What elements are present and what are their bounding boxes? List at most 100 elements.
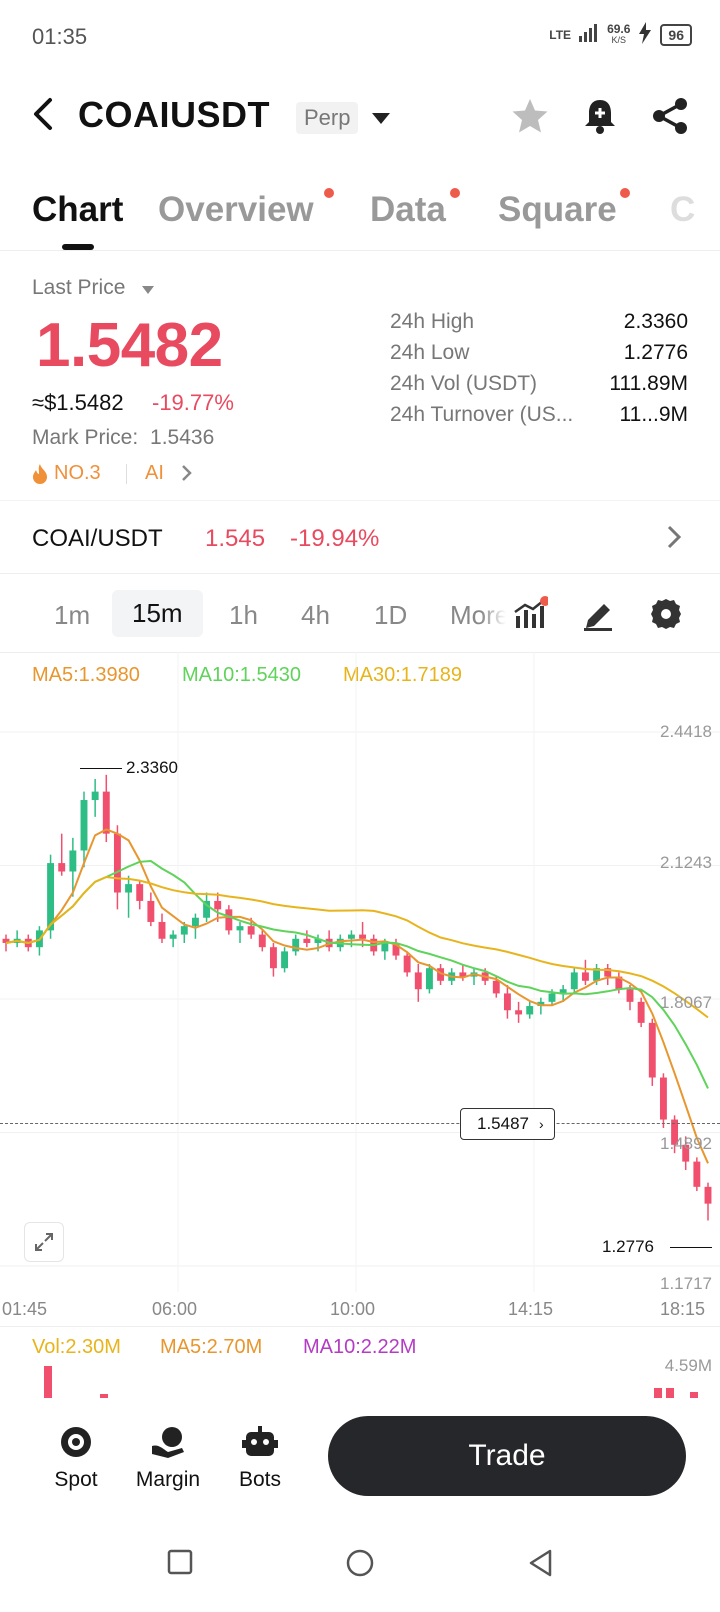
nav-spot[interactable]: Spot xyxy=(36,1420,116,1492)
nav-margin-label: Margin xyxy=(135,1468,201,1491)
back-nav-button[interactable] xyxy=(526,1548,556,1583)
tab-square[interactable]: Square xyxy=(498,190,617,230)
spot-pair-label: COAI/USDT xyxy=(32,525,163,552)
symbol-title[interactable]: COAIUSDT xyxy=(78,94,270,136)
spot-icon xyxy=(61,1427,91,1457)
nav-bots-label: Bots xyxy=(238,1468,282,1491)
tab-overview[interactable]: Overview xyxy=(158,190,314,230)
contract-type-badge[interactable]: Perp xyxy=(296,102,359,134)
interval-1m[interactable]: 1m xyxy=(54,600,90,631)
chevron-right-icon: › xyxy=(539,1116,544,1132)
time-axis-label: 01:45 xyxy=(2,1299,48,1319)
price-axis-label: 1.8067 xyxy=(660,993,712,1012)
high-marker-line xyxy=(80,768,122,769)
price-axis-label: 2.1243 xyxy=(660,853,712,872)
recent-apps-button[interactable] xyxy=(166,1548,194,1581)
candle xyxy=(515,1001,523,1023)
candle xyxy=(581,959,589,986)
status-bar-right: LTE 69.6 K/S 96 xyxy=(549,22,692,47)
candle xyxy=(102,774,110,843)
volume-ma5: MA5:2.70M xyxy=(160,1336,263,1358)
tab-data-dot xyxy=(450,188,460,198)
nav-bots[interactable]: Bots xyxy=(220,1420,300,1492)
stat-24h-vol-value: 111.89M xyxy=(609,372,688,395)
volume-ma10: MA10:2.22M xyxy=(303,1336,417,1358)
ma5-line xyxy=(5,828,709,1164)
favorite-star-icon[interactable] xyxy=(510,96,550,136)
trade-button[interactable]: Trade xyxy=(328,1416,686,1496)
net-speed-value: 69.6 xyxy=(607,21,631,36)
fire-icon xyxy=(33,463,47,484)
stat-24h-low-value: 1.2776 xyxy=(623,341,688,364)
tab-overflow-partial[interactable]: C xyxy=(670,190,695,230)
interval-4h[interactable]: 4h xyxy=(301,600,330,631)
candlestick-chart[interactable] xyxy=(0,652,720,1292)
rank-badge[interactable]: NO.3 xyxy=(32,462,101,485)
tab-chart[interactable]: Chart xyxy=(32,190,123,230)
margin-icon xyxy=(152,1427,184,1458)
current-price-line xyxy=(0,1123,720,1124)
home-button[interactable] xyxy=(345,1548,375,1583)
ma10-line xyxy=(5,859,709,1089)
high-marker-label: 2.3360 xyxy=(126,758,178,777)
back-button[interactable] xyxy=(30,96,58,137)
signal-icon xyxy=(579,24,599,45)
interval-1h[interactable]: 1h xyxy=(229,600,258,631)
tab-data[interactable]: Data xyxy=(370,190,446,230)
settings-gear-icon[interactable] xyxy=(648,596,684,632)
interval-1d[interactable]: 1D xyxy=(374,600,407,631)
time-axis-label: 10:00 xyxy=(330,1299,376,1319)
interval-15m[interactable]: 15m xyxy=(112,590,203,637)
usd-price: ≈$1.5482 xyxy=(32,390,124,415)
rank-separator xyxy=(126,464,127,484)
interval-more[interactable]: More xyxy=(450,600,506,631)
draw-pencil-icon[interactable] xyxy=(580,596,616,632)
ai-link[interactable]: AI xyxy=(145,462,164,485)
current-price-marker[interactable]: 1.5487 › xyxy=(460,1108,555,1140)
last-price-dropdown-icon[interactable] xyxy=(142,286,154,294)
stat-24h-high-value: 2.3360 xyxy=(623,310,688,333)
candle xyxy=(637,997,645,1028)
candle xyxy=(414,963,422,1002)
candle xyxy=(604,963,612,986)
contract-dropdown-icon[interactable] xyxy=(372,113,390,124)
candle xyxy=(269,942,277,977)
stat-24h-vol-label: 24h Vol (USDT) xyxy=(390,372,538,395)
status-time: 01:35 xyxy=(32,24,88,49)
fullscreen-expand-icon[interactable] xyxy=(24,1222,64,1262)
net-speed: 69.6 K/S xyxy=(607,21,631,46)
last-price-value: 1.5482 xyxy=(36,311,223,380)
time-axis-label: 14:15 xyxy=(508,1299,554,1319)
price-alert-bell-icon[interactable] xyxy=(580,96,620,136)
price-divider xyxy=(0,500,720,501)
network-label: LTE xyxy=(549,27,572,42)
volume-value: Vol:2.30M xyxy=(32,1336,121,1358)
candle xyxy=(13,930,21,948)
candle xyxy=(359,921,367,948)
current-price-value: 1.5487 xyxy=(477,1114,529,1133)
candle xyxy=(303,930,311,948)
last-price-label[interactable]: Last Price xyxy=(32,276,125,300)
ai-chevron-icon[interactable] xyxy=(180,462,194,490)
tab-square-dot xyxy=(620,188,630,198)
candle xyxy=(225,905,233,935)
candle xyxy=(659,1073,667,1128)
candle xyxy=(91,779,99,817)
candle xyxy=(125,875,133,918)
candle xyxy=(158,913,166,943)
chevron-right-icon[interactable] xyxy=(664,522,684,557)
candle xyxy=(526,1001,534,1019)
stat-24h-turnover-value: 11...9M xyxy=(619,403,688,426)
price-axis-label: 2.4418 xyxy=(660,722,712,741)
candle xyxy=(693,1157,701,1192)
volume-bar xyxy=(44,1366,52,1400)
tab-overview-dot xyxy=(324,188,334,198)
rank-label: NO.3 xyxy=(54,462,101,484)
net-speed-unit: K/S xyxy=(611,34,626,45)
candle xyxy=(58,833,66,876)
indicator-icon[interactable] xyxy=(512,596,550,632)
candle xyxy=(236,921,244,943)
share-icon[interactable] xyxy=(650,96,690,136)
nav-margin[interactable]: Margin xyxy=(128,1420,208,1492)
bot-icon xyxy=(242,1426,278,1456)
